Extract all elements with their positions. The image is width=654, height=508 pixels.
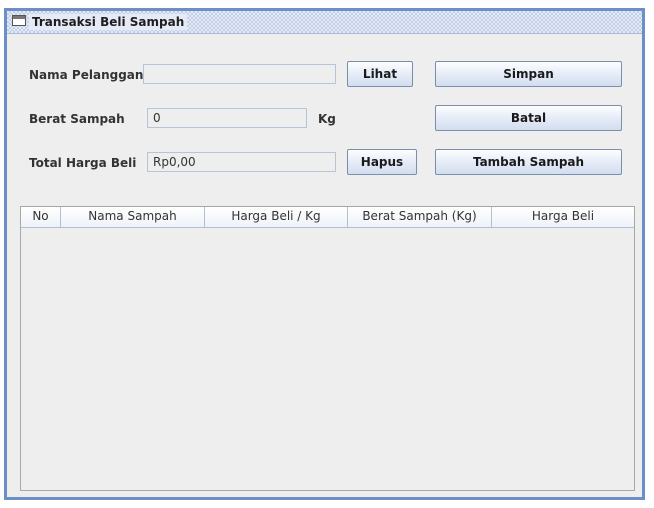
berat-unit-label: Kg: [318, 112, 336, 126]
column-header-harga-beli-kg[interactable]: Harga Beli / Kg: [205, 207, 348, 227]
nama-pelanggan-field[interactable]: [143, 64, 336, 84]
tambah-sampah-button[interactable]: Tambah Sampah: [435, 149, 622, 175]
column-header-nama-sampah[interactable]: Nama Sampah: [61, 207, 205, 227]
column-header-no[interactable]: No: [21, 207, 61, 227]
transaction-table[interactable]: No Nama Sampah Harga Beli / Kg Berat Sam…: [20, 206, 635, 491]
lihat-button[interactable]: Lihat: [347, 61, 413, 87]
title-bar[interactable]: Transaksi Beli Sampah: [7, 11, 642, 34]
hapus-button[interactable]: Hapus: [347, 149, 417, 175]
simpan-button[interactable]: Simpan: [435, 61, 622, 87]
batal-button[interactable]: Batal: [435, 105, 622, 131]
column-header-berat-sampah[interactable]: Berat Sampah (Kg): [348, 207, 492, 227]
berat-sampah-field[interactable]: 0: [147, 108, 307, 128]
window-title: Transaksi Beli Sampah: [29, 14, 188, 30]
table-header: No Nama Sampah Harga Beli / Kg Berat Sam…: [21, 207, 634, 228]
column-header-harga-beli[interactable]: Harga Beli: [492, 207, 634, 227]
app-window: Transaksi Beli Sampah Nama Pelanggan Lih…: [4, 8, 645, 500]
berat-sampah-label: Berat Sampah: [29, 112, 125, 126]
window-icon: [12, 15, 26, 26]
total-harga-field: Rp0,00: [147, 152, 336, 172]
nama-pelanggan-label: Nama Pelanggan: [29, 68, 144, 82]
total-harga-label: Total Harga Beli: [29, 156, 137, 170]
